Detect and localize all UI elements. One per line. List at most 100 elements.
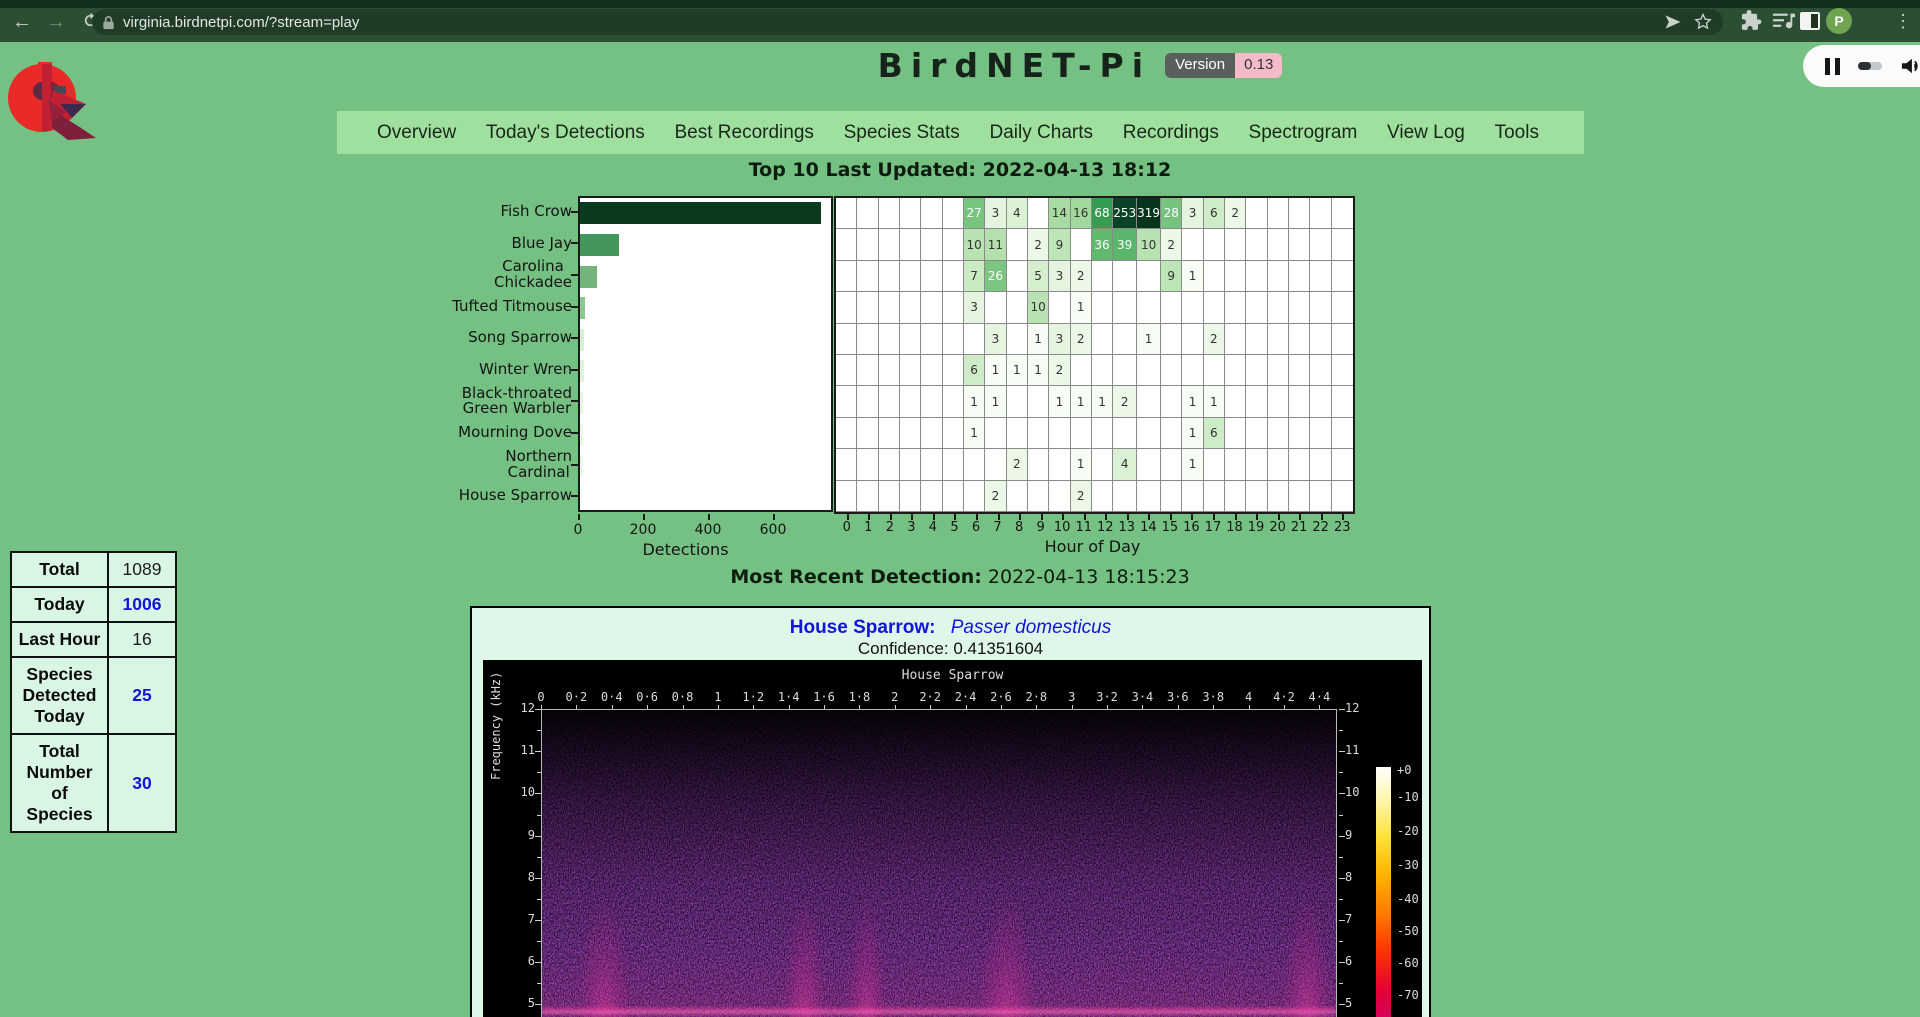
heatmap-cell: 3 [1049,324,1070,355]
player-seek-slider[interactable] [1858,62,1882,70]
bar-xtick-label: 400 [695,522,722,538]
heatmap-cell [1113,292,1137,323]
bookmark-star-icon[interactable] [1693,12,1713,32]
heatmap-cell [1225,449,1246,480]
heatmap-cell [1289,418,1310,449]
heatmap-cell [1310,324,1331,355]
heatmap-cell [857,355,878,386]
spectrogram-freq-minor-tick [537,857,541,858]
heatmap-cell: 1 [1182,386,1203,417]
heatmap-xtick-label: 17 [1205,520,1222,535]
pause-icon[interactable] [1825,58,1840,75]
heatmap-cell [879,324,900,355]
heatmap-xtick [1062,514,1064,520]
heatmap-cell [879,229,900,260]
spectrogram-signal-streak [577,897,632,1017]
spectrogram-time-label: 3 [1068,690,1075,704]
heatmap-cell: 1 [1071,292,1092,323]
heatmap-cell [1246,418,1267,449]
spectrogram-freq-minor-tick-right [1339,941,1343,942]
audio-player[interactable] [1803,45,1920,87]
heatmap-cell [1161,355,1182,386]
nav-item-best-recordings[interactable]: Best Recordings [675,122,814,144]
profile-avatar[interactable]: P [1826,8,1852,34]
heatmap-cell [1268,261,1289,292]
stats-value-link[interactable]: 25 [108,657,176,734]
heatmap-xtick-label: 20 [1269,520,1286,535]
nav-item-overview[interactable]: Overview [377,122,456,144]
spectrogram-freq-label: 7 [509,912,535,926]
heatmap-cell [1007,386,1028,417]
stats-value: 16 [108,622,176,657]
nav-item-tools[interactable]: Tools [1495,122,1539,144]
bar-category-label: House Sparrow [402,480,572,512]
heatmap-cell [1310,481,1331,512]
media-playlist-icon[interactable] [1772,9,1796,33]
spectrogram-time-label: 3·8 [1202,690,1224,704]
nav-item-spectrogram[interactable]: Spectrogram [1249,122,1358,144]
heatmap-cell [1225,418,1246,449]
heatmap-cell [857,198,878,229]
heatmap-cell [1204,449,1225,480]
species-link[interactable]: House Sparrow: [790,617,936,638]
heatmap-cell [1049,418,1070,449]
bar-category-text: Winter Wren [479,362,572,378]
heatmap-cell [1028,418,1049,449]
stats-value-link[interactable]: 1006 [108,587,176,622]
version-badge: Version 0.13 [1165,53,1282,78]
nav-item-view-log[interactable]: View Log [1387,122,1465,144]
heatmap-cell [921,355,942,386]
back-icon[interactable]: ← [10,12,34,34]
heatmap-cell [1246,481,1267,512]
heatmap-xtick-label: 6 [972,520,980,535]
page-header: BirdNET-Pi Version 0.13 [0,46,1920,85]
heatmap-cell [836,324,857,355]
heatmap-cell [1049,292,1070,323]
heatmap-xtick [998,514,1000,520]
heatmap-xtick-label: 1 [864,520,872,535]
bar-ytick [571,211,578,213]
side-panel-icon[interactable] [1798,9,1822,33]
heatmap-cell [1246,386,1267,417]
volume-icon[interactable] [1900,56,1920,76]
bar-category-label: Mourning Dove [402,417,572,449]
send-icon[interactable] [1663,12,1683,32]
heatmap-cell [1007,292,1028,323]
scientific-name-link[interactable]: Passer domesticus [951,617,1112,638]
heatmap-cell [1225,261,1246,292]
spectrogram-freq-tick [535,836,541,837]
heatmap-cell [964,449,985,480]
address-bar[interactable]: virginia.birdnetpi.com/?stream=play [92,9,1723,35]
spectrogram-time-label: 1·2 [742,690,764,704]
url-text[interactable]: virginia.birdnetpi.com/?stream=play [123,14,1653,31]
heatmap-cell [857,292,878,323]
nav-item-daily-charts[interactable]: Daily Charts [990,122,1093,144]
browser-menu-icon[interactable]: ⋮ [1894,8,1912,34]
heatmap-cell [921,481,942,512]
forward-icon[interactable]: → [44,12,68,34]
bar-category-text: Blue Jay [512,236,572,252]
bar-xtick [773,514,775,520]
spectrogram-noise [542,710,1337,1017]
heatmap-xtick-label: 13 [1119,520,1136,535]
heatmap-cell [1225,355,1246,386]
heatmap-cell: 4 [1113,449,1137,480]
extensions-puzzle-icon[interactable] [1740,9,1764,33]
heatmap-cell: 2 [1161,229,1182,260]
heatmap-cell [1092,481,1113,512]
spectrogram-time-label: 0 [537,690,544,704]
bar-ytick [571,432,578,434]
nav-item-today-s-detections[interactable]: Today's Detections [486,122,645,144]
heatmap-cell [1268,292,1289,323]
stats-value-link[interactable]: 30 [108,734,176,832]
nav-item-recordings[interactable]: Recordings [1123,122,1219,144]
spectrogram-freq-minor-tick [537,772,541,773]
heatmap-cell [1204,261,1225,292]
heatmap-cell [836,449,857,480]
bar-xtick [643,514,645,520]
spectrogram-plot [541,709,1337,1017]
heatmap-cell [879,292,900,323]
spectrogram-time-label: 1·4 [778,690,800,704]
stats-label: Species Detected Today [11,657,108,734]
nav-item-species-stats[interactable]: Species Stats [844,122,960,144]
